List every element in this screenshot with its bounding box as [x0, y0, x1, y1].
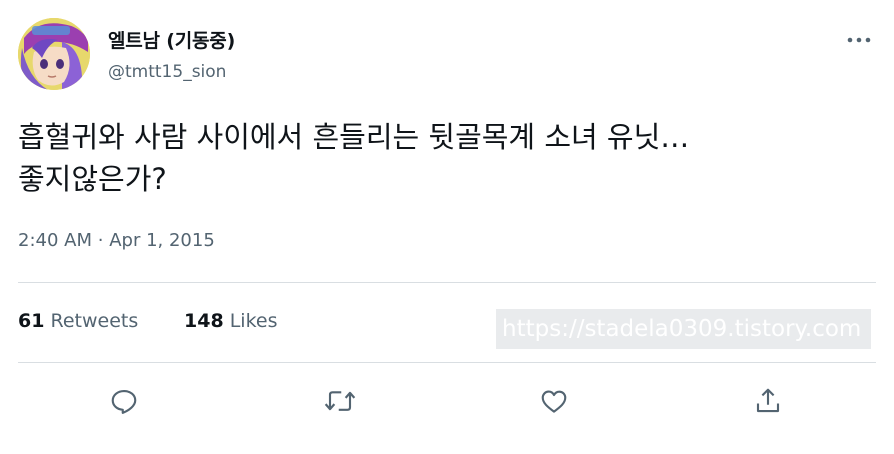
watermark: https://stadela0309.tistory.com	[496, 309, 871, 349]
likes-stat[interactable]: 148 Likes	[184, 310, 278, 332]
avatar[interactable]	[18, 18, 90, 90]
share-icon	[756, 388, 780, 413]
retweet-button[interactable]	[320, 381, 360, 421]
meta-separator: ·	[97, 230, 104, 251]
like-button[interactable]	[534, 381, 574, 421]
retweet-icon	[324, 391, 356, 411]
display-name[interactable]: 엘트남 (기동중)	[108, 26, 235, 53]
more-icon	[847, 37, 871, 43]
retweets-label: Retweets	[50, 310, 139, 332]
tweet-text: 흡혈귀와 사람 사이에서 흔들리는 뒷골목계 소녀 유닛… 좋지않은가?	[18, 120, 690, 196]
reply-icon	[111, 389, 137, 414]
user-handle[interactable]: @tmtt15_sion	[108, 62, 226, 82]
retweets-stat[interactable]: 61 Retweets	[18, 310, 138, 332]
tweet-time: 2:40 AM	[18, 230, 92, 251]
retweets-count: 61	[18, 310, 45, 332]
divider-bottom	[18, 362, 876, 363]
like-icon	[541, 390, 567, 413]
likes-count: 148	[184, 310, 224, 332]
divider-top	[18, 282, 876, 283]
more-button[interactable]	[842, 28, 876, 52]
avatar-illustration	[18, 18, 90, 90]
reply-button[interactable]	[104, 381, 144, 421]
share-button[interactable]	[748, 381, 788, 421]
tweet-date: Apr 1, 2015	[109, 230, 215, 251]
likes-label: Likes	[229, 310, 278, 332]
tweet-timestamp[interactable]: 2:40 AM · Apr 1, 2015	[18, 230, 215, 251]
tweet-header: 엘트남 (기동중) @tmtt15_sion	[18, 18, 876, 90]
